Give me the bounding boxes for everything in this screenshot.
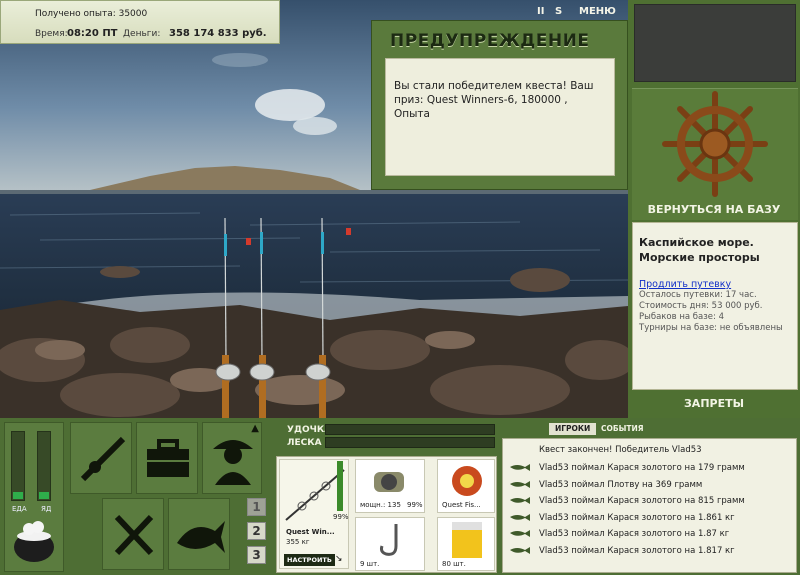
rod-name: Quest Win...	[286, 528, 335, 536]
sound-button[interactable]: S	[555, 6, 562, 17]
rod-condition-bar	[337, 461, 343, 511]
fish-icon	[509, 496, 531, 505]
bait-icon	[452, 522, 482, 558]
fish-icon	[509, 463, 531, 472]
money-label: Деньги:	[123, 29, 161, 39]
tournaments-status: Турниры на базе: не объявлены	[639, 323, 783, 333]
events-panel: ИГРОКИ СОБЫТИЯ Квест закончен! Победител…	[502, 423, 797, 573]
reel-condition: 99%	[407, 501, 423, 509]
warning-dialog: ПРЕДУПРЕЖДЕНИЕ Вы стали победителем квес…	[371, 20, 628, 190]
hook-slot[interactable]: 9 шт.	[355, 517, 425, 571]
location-info: Каспийское море. Морские просторы Продли…	[632, 222, 798, 390]
line-bar-label: ЛЕСКА	[287, 438, 322, 448]
fisherman-button[interactable]: ▲	[202, 422, 262, 494]
food-label: ЕДА	[12, 505, 27, 513]
event-text: Vlad53 поймал Плотву на 369 грамм	[539, 479, 703, 490]
food-button[interactable]	[102, 498, 164, 570]
fishing-rod-icon	[80, 436, 126, 482]
cauldron-icon[interactable]	[9, 517, 59, 565]
warning-title: ПРЕДУПРЕЖДЕНИЕ	[390, 31, 590, 51]
event-row: Vlad53 поймал Карася золотого на 815 гра…	[509, 494, 745, 509]
hook-icon	[380, 524, 398, 556]
location-line-2: Морские просторы	[639, 251, 760, 264]
rod-tension-bar	[325, 424, 495, 435]
event-text: Vlad53 поймал Карася золотого на 815 гра…	[539, 496, 745, 506]
fork-knife-icon	[114, 514, 154, 556]
poison-level	[39, 492, 49, 499]
day-cost: Стоимость дня: 53 000 руб.	[639, 301, 763, 311]
player-info-panel: Получено опыта: 35000 Время: 08:20 ПТ Де…	[0, 0, 280, 44]
event-row: Vlad53 поймал Карася золотого на 179 гра…	[509, 461, 745, 476]
pause-button[interactable]: II	[537, 6, 544, 17]
events-header: Квест закончен! Победитель Vlad53	[539, 445, 702, 455]
rod-icon-button[interactable]	[70, 422, 132, 494]
location-line-1: Каспийское море.	[639, 236, 754, 249]
reel-power: мощн.: 135	[360, 501, 401, 509]
line-spool-icon	[452, 466, 482, 496]
time-value: 08:20 ПТ	[67, 28, 118, 39]
event-text: Vlad53 поймал Карася золотого на 1.861 к…	[539, 512, 735, 523]
arrow-icon: ↘	[335, 554, 343, 564]
fisherman-icon	[213, 440, 253, 485]
extend-permit-link[interactable]: Продлить путевку	[639, 279, 791, 290]
event-text: Vlad53 поймал Карася золотого на 179 гра…	[539, 463, 745, 473]
reel-icon	[374, 472, 404, 492]
poison-meter	[37, 431, 51, 501]
fish-catch-button[interactable]	[168, 498, 230, 570]
game-window: Получено опыта: 35000 Время: 08:20 ПТ Де…	[0, 0, 800, 575]
poison-label: ЯД	[41, 505, 52, 513]
line-slot[interactable]: Quest Fis...	[437, 459, 495, 513]
time-label: Время:	[35, 29, 68, 39]
food-level	[13, 492, 23, 499]
event-row: Vlad53 поймал Карася золотого на 1.817 к…	[509, 544, 735, 559]
event-text: Vlad53 поймал Карася золотого на 1.817 к…	[539, 545, 735, 556]
return-to-base-label[interactable]: ВЕРНУТЬСЯ НА БАЗУ	[628, 203, 800, 216]
tackle-panel: Quest Win... 355 кг НАСТРОИТЬ ↘ 99% мощн…	[276, 456, 497, 573]
bait-count: 80 шт.	[442, 560, 466, 568]
tab-events[interactable]: СОБЫТИЯ	[601, 424, 644, 433]
rod-weight: 355 кг	[286, 538, 310, 546]
fish-icon	[509, 546, 531, 555]
event-row: Vlad53 поймал Плотву на 369 грамм	[509, 478, 702, 493]
fish-icon	[177, 521, 225, 553]
food-meter	[11, 431, 25, 501]
tab-players[interactable]: ИГРОКИ	[549, 423, 597, 435]
line-name: Quest Fis...	[442, 501, 481, 509]
ship-wheel-icon	[662, 91, 768, 197]
line-tension-bar	[325, 437, 495, 448]
event-row: Vlad53 поймал Карася золотого на 1.87 кг	[509, 527, 729, 542]
fish-icon	[509, 480, 531, 489]
status-meters: ЕДА ЯД	[4, 422, 64, 572]
rod-condition: 99%	[333, 513, 349, 521]
warning-message: Вы стали победителем квеста! Ваш приз: Q…	[385, 58, 615, 176]
page-2-button[interactable]: 2	[247, 522, 266, 540]
page-3-button[interactable]: 3	[247, 546, 266, 564]
fish-icon	[509, 529, 531, 538]
setup-button[interactable]: НАСТРОИТЬ	[284, 554, 335, 566]
fish-icon	[509, 513, 531, 522]
right-panel: ВЕРНУТЬСЯ НА БАЗУ Каспийское море. Морск…	[628, 0, 800, 418]
scroll-up-icon[interactable]: ▲	[251, 423, 259, 434]
money-value: 358 174 833 руб.	[169, 28, 267, 39]
tackle-box-icon	[147, 439, 189, 477]
events-tabs: ИГРОКИ СОБЫТИЯ	[503, 423, 796, 439]
hook-count: 9 шт.	[360, 560, 380, 568]
event-text: Vlad53 поймал Карася золотого на 1.87 кг	[539, 529, 730, 539]
minimap-placeholder	[634, 4, 796, 82]
bans-button[interactable]: ЗАПРЕТЫ	[628, 397, 800, 410]
tackle-box-button[interactable]	[136, 422, 198, 494]
bait-slot[interactable]: 80 шт.	[437, 517, 495, 571]
menu-button[interactable]: МЕНЮ	[579, 6, 616, 17]
fishers-on-base: Рыбаков на базе: 4	[639, 312, 724, 322]
event-row: Vlad53 поймал Карася золотого на 1.861 к…	[509, 511, 735, 526]
experience-text: Получено опыта: 35000	[35, 9, 148, 19]
page-1-button[interactable]: 1	[247, 498, 266, 516]
return-to-base-button[interactable]	[632, 88, 798, 220]
permit-remaining: Осталось путевки: 17 час.	[639, 290, 757, 300]
